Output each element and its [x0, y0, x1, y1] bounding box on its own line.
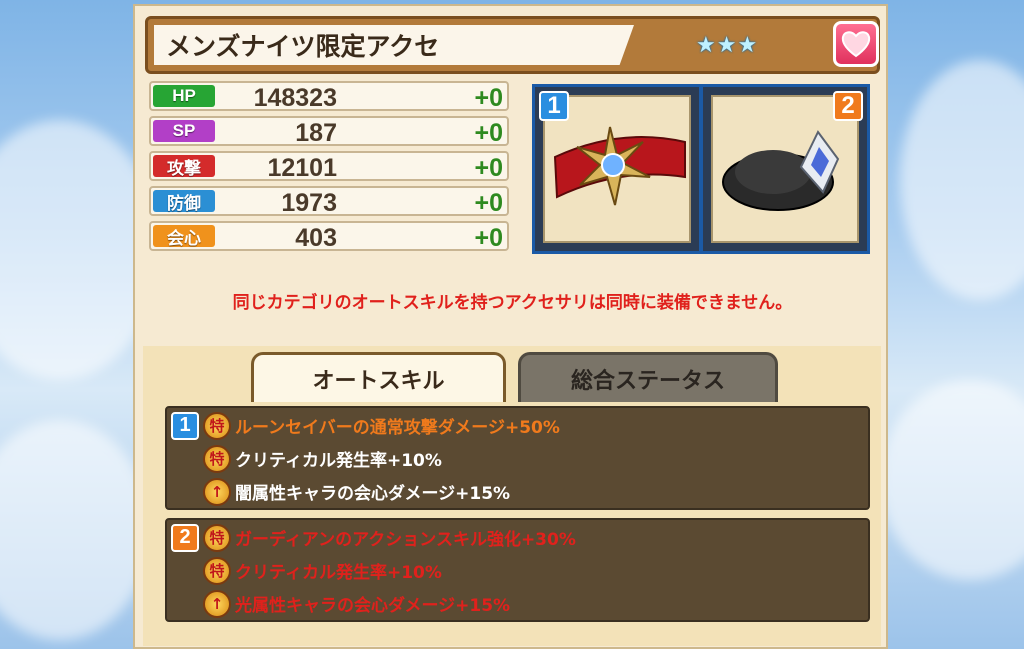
stat-value: 148323 — [253, 84, 337, 112]
stat-bonus: +0 — [474, 189, 503, 217]
heart-icon — [841, 31, 871, 58]
stat-row-hp: HP 148323 +0 — [149, 81, 509, 112]
stat-label: 会心 — [153, 225, 215, 248]
accessory-detail-panel: メンズナイツ限定アクセ ★★★ HP 148323 +0 SP 187 +0 攻… — [133, 4, 888, 649]
critical-up-icon: ↑ — [203, 589, 231, 618]
skill-group-2: 2 特 ガーディアンのアクションスキル強化+30% 特 クリティカル発生率+10… — [165, 518, 870, 622]
skill-text: 光属性キャラの会心ダメージ+15% — [235, 596, 511, 616]
skill-group-number-badge: 1 — [171, 411, 199, 440]
rarity-stars: ★★★ — [696, 33, 759, 58]
stat-label: 攻撃 — [153, 155, 215, 178]
skill-group-number-badge: 2 — [171, 523, 199, 552]
skill-line: ↑ 闇属性キャラの会心ダメージ+15% — [203, 475, 510, 508]
stat-value: 403 — [295, 224, 337, 252]
skill-text: ルーンセイバーの通常攻撃ダメージ+50% — [235, 418, 560, 438]
favorite-button[interactable] — [833, 21, 879, 67]
stat-row-critical: 会心 403 +0 — [149, 221, 509, 252]
skill-text: クリティカル発生率+10% — [235, 451, 442, 471]
stat-label: HP — [153, 85, 215, 107]
skill-line: 特 クリティカル発生率+10% — [203, 442, 442, 475]
accessory-slot-2[interactable]: 2 — [700, 84, 870, 254]
skill-text: クリティカル発生率+10% — [235, 563, 442, 583]
title-bar: メンズナイツ限定アクセ ★★★ — [145, 16, 880, 74]
stat-value: 1973 — [281, 189, 337, 217]
toku-icon: 特 — [203, 523, 231, 552]
toku-icon: 特 — [203, 444, 231, 473]
stat-bonus: +0 — [474, 84, 503, 112]
skill-group-1: 1 特 ルーンセイバーの通常攻撃ダメージ+50% 特 クリティカル発生率+10%… — [165, 406, 870, 510]
stat-row-defense: 防御 1973 +0 — [149, 186, 509, 217]
skill-text: ガーディアンのアクションスキル強化+30% — [235, 530, 576, 550]
stat-value: 12101 — [267, 154, 337, 182]
item-title: メンズナイツ限定アクセ — [154, 25, 634, 65]
stat-bonus: +0 — [474, 224, 503, 252]
stat-bonus: +0 — [474, 154, 503, 182]
skill-line: 特 クリティカル発生率+10% — [203, 554, 442, 587]
slot-number-badge: 2 — [833, 91, 863, 121]
tab-total-status[interactable]: 総合ステータス — [518, 352, 778, 402]
stat-row-attack: 攻撃 12101 +0 — [149, 151, 509, 182]
skill-section: オートスキル 総合ステータス 1 特 ルーンセイバーの通常攻撃ダメージ+50% … — [143, 346, 881, 646]
stat-row-sp: SP 187 +0 — [149, 116, 509, 147]
stat-value: 187 — [295, 119, 337, 147]
accessory-slot-1[interactable]: 1 — [532, 84, 702, 254]
slot-number-badge: 1 — [539, 91, 569, 121]
toku-icon: 特 — [203, 411, 231, 440]
stat-bonus: +0 — [474, 119, 503, 147]
toku-icon: 特 — [203, 556, 231, 585]
critical-up-icon: ↑ — [203, 477, 231, 506]
stat-label: 防御 — [153, 190, 215, 213]
skill-text: 闇属性キャラの会心ダメージ+15% — [235, 484, 511, 504]
stat-label: SP — [153, 120, 215, 142]
skill-line: 1 特 ルーンセイバーの通常攻撃ダメージ+50% — [171, 409, 560, 442]
equip-warning-text: 同じカテゴリのオートスキルを持つアクセサリは同時に装備できません。 — [232, 293, 793, 313]
skill-line: 2 特 ガーディアンのアクションスキル強化+30% — [171, 521, 576, 554]
skill-line: ↑ 光属性キャラの会心ダメージ+15% — [203, 587, 510, 620]
tab-auto-skill[interactable]: オートスキル — [251, 352, 506, 402]
